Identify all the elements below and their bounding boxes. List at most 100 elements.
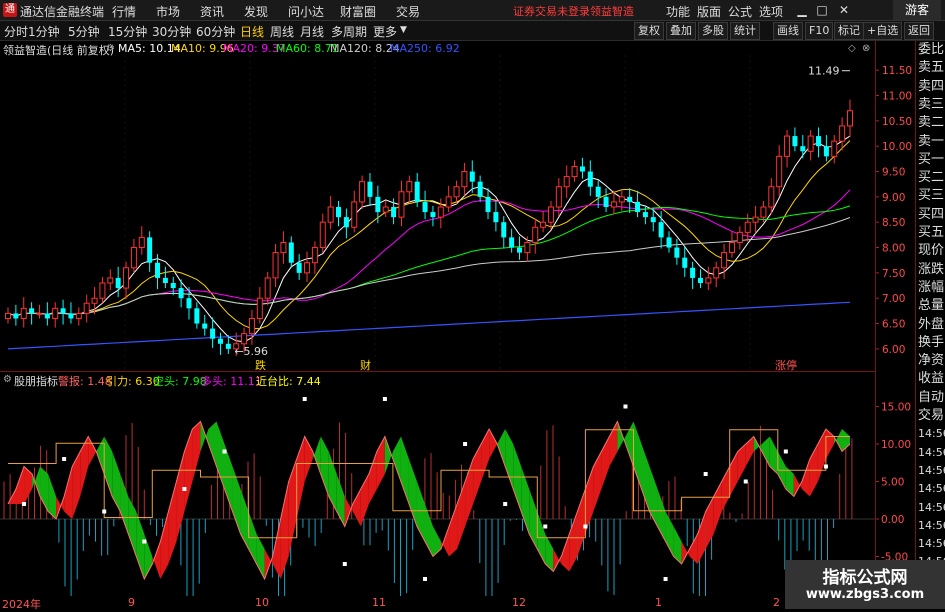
signal-dot: [543, 524, 548, 529]
diamond-icon[interactable]: ◇: [848, 43, 856, 54]
settings-gear-icon[interactable]: ⚙: [106, 43, 115, 54]
stats-button[interactable]: 统计: [730, 22, 760, 40]
signal-dot: [382, 397, 387, 401]
signal-dot: [623, 404, 628, 409]
f10-button[interactable]: F10: [805, 22, 834, 40]
overlay-button[interactable]: 叠加: [666, 22, 696, 40]
period-monthly[interactable]: 月线: [300, 23, 324, 40]
trend-band: [673, 526, 682, 564]
menu-function[interactable]: 功能: [666, 3, 690, 20]
trend-band: [416, 481, 425, 542]
candle-body: [311, 247, 318, 264]
indicator-tick-label: 5.00: [881, 477, 904, 489]
menu-quotes[interactable]: 行情: [112, 3, 136, 20]
indicator-svg: [0, 397, 875, 612]
trend-band: [681, 541, 690, 564]
back-button[interactable]: 返回: [904, 22, 934, 40]
signal-dot: [783, 449, 788, 454]
candle-body: [99, 282, 106, 299]
side-panel-item: 买四: [918, 206, 945, 222]
indicator-chart[interactable]: ⚙ 股朋指标 警报: 1.48 引力: 6.30 空头: 7.98 多头: 11…: [0, 372, 875, 612]
signal-dot: [663, 577, 668, 581]
candle-body: [792, 136, 798, 147]
candle-body: [422, 201, 428, 213]
menu-formula[interactable]: 公式: [728, 3, 752, 20]
menu-options[interactable]: 选项: [759, 3, 783, 20]
period-more[interactable]: 更多: [373, 23, 397, 40]
menu-trade[interactable]: 交易: [396, 3, 420, 20]
side-panel-item: 14:56: [918, 445, 945, 459]
candle-body: [445, 196, 452, 208]
candle-body: [524, 241, 531, 254]
draw-button[interactable]: 画线: [773, 22, 803, 40]
side-panel-item: 交易: [918, 408, 945, 423]
watermark-title: 指标公式网: [822, 568, 908, 588]
event-marker: 涨停: [775, 358, 797, 371]
login-warning[interactable]: 证券交易未登录: [513, 3, 590, 19]
price-tick-label: 10.00: [882, 141, 912, 153]
period-daily[interactable]: 日线: [240, 23, 264, 40]
indicator-settings-icon[interactable]: ⚙: [3, 374, 12, 385]
menu-ask[interactable]: 问小达: [288, 3, 324, 20]
candle-body: [29, 308, 35, 314]
period-multi[interactable]: 多周期: [331, 23, 367, 40]
guest-button[interactable]: 游客: [893, 0, 941, 20]
candle-body: [391, 207, 397, 218]
side-panel-item: 涨幅: [918, 279, 945, 295]
candle-body: [336, 207, 342, 218]
candle-body: [217, 338, 223, 344]
candle-body: [280, 241, 287, 254]
minimize-icon[interactable]: ▁: [795, 3, 809, 17]
period-15min[interactable]: 15分钟: [108, 23, 147, 40]
maximize-icon[interactable]: □: [815, 3, 829, 17]
side-panel-item: 卖三: [918, 96, 945, 112]
candle-body: [563, 176, 570, 188]
period-weekly[interactable]: 周线: [270, 23, 294, 40]
candle-body: [155, 262, 161, 278]
candle-body: [800, 146, 806, 152]
candle-body: [359, 181, 366, 203]
trend-band: [368, 451, 377, 504]
period-60min[interactable]: 60分钟: [196, 23, 235, 40]
close-icon[interactable]: ✕: [837, 3, 851, 17]
candle-body: [178, 288, 184, 299]
candle-body: [618, 196, 625, 203]
menu-market[interactable]: 市场: [156, 3, 180, 20]
candle-body: [437, 206, 444, 218]
chart-close-icon[interactable]: ⊗: [862, 43, 870, 54]
period-30min[interactable]: 30分钟: [152, 23, 191, 40]
add-watchlist-button[interactable]: +自选: [863, 22, 903, 40]
x-label-10: 10: [255, 596, 269, 609]
menu-news[interactable]: 资讯: [200, 3, 224, 20]
period-5min[interactable]: 5分钟: [68, 23, 100, 40]
mark-button[interactable]: 标记: [834, 22, 864, 40]
side-panel-item: 14:56: [918, 500, 945, 514]
adjust-button[interactable]: 复权: [634, 22, 664, 40]
menu-wealth[interactable]: 财富圈: [340, 3, 376, 20]
candle-body: [382, 206, 389, 213]
candle-body: [485, 196, 491, 213]
menu-layout[interactable]: 版面: [697, 3, 721, 20]
trend-band: [489, 429, 498, 459]
period-1min[interactable]: 1分钟: [28, 23, 60, 40]
trend-band: [208, 421, 217, 467]
candle-body: [256, 297, 263, 319]
x-label-2: 2: [773, 596, 780, 609]
signal-dot: [342, 562, 347, 566]
period-intraday[interactable]: 分时: [4, 23, 28, 40]
quote-side-panel: 委比 卖五 卖四 卖三 卖二 卖一 买一 买二 买三 买四 买五 现价 涨跌 涨幅 总量 外盘 换手 净资 收益 自动…: [915, 41, 945, 609]
trend-band: [449, 504, 458, 557]
multi-stock-button[interactable]: 多股: [698, 22, 728, 40]
candle-body: [650, 217, 656, 223]
candle-body: [666, 237, 672, 248]
candle-body: [768, 186, 775, 208]
price-tick-label: 6.00: [882, 344, 905, 356]
chevron-down-icon[interactable]: ▼: [400, 25, 407, 35]
main-kline-chart[interactable]: 11.49 ←5.96 跌财涨停 领益智造(日线 前复权) ⚙ MA5: 10.14…: [0, 41, 876, 372]
ind-legend-alarm: 警报: 1.48: [58, 375, 112, 388]
candle-body: [682, 257, 688, 268]
side-panel-item: 自动: [918, 389, 945, 405]
menu-discover[interactable]: 发现: [244, 3, 268, 20]
trend-band: [320, 436, 329, 497]
candle-body: [595, 186, 601, 197]
